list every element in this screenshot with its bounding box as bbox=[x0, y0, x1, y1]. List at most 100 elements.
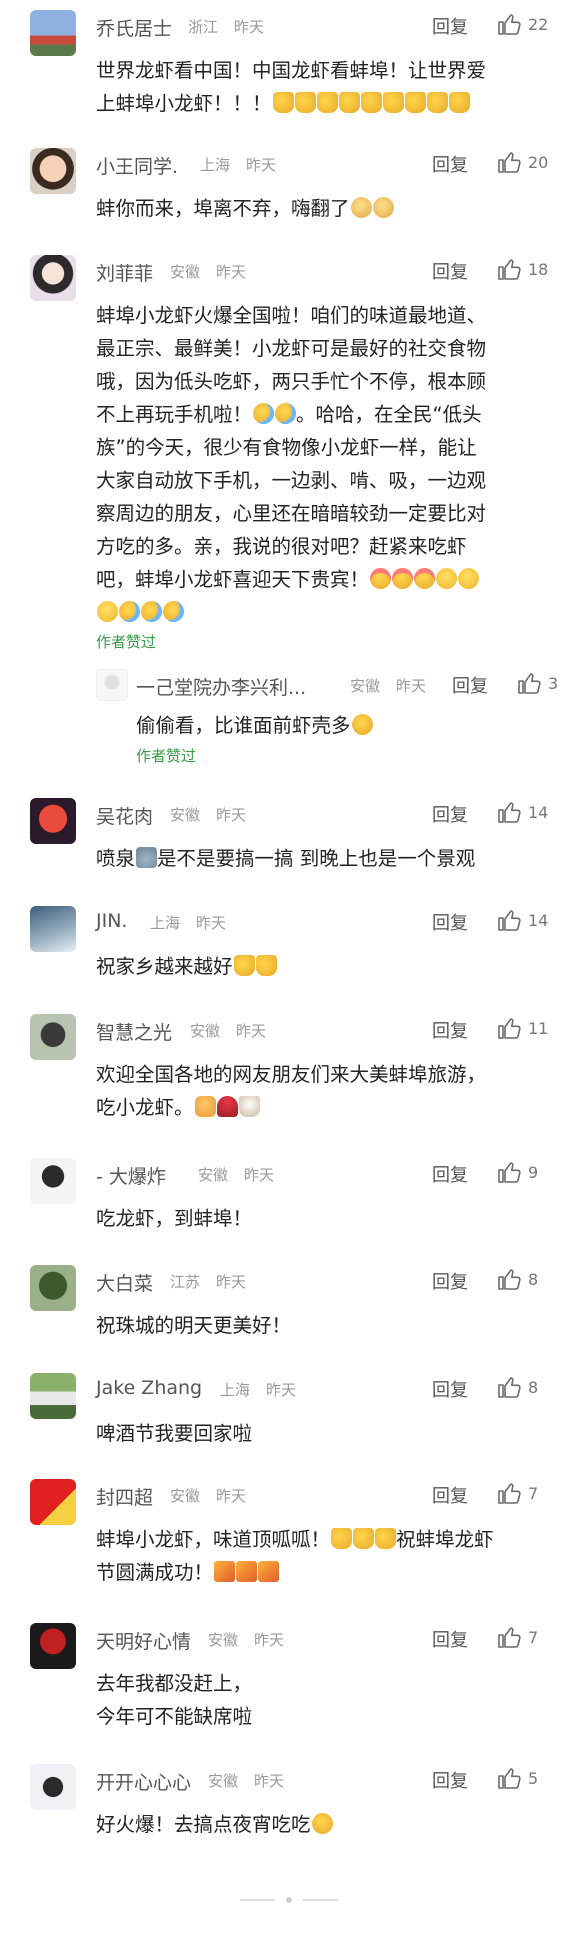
comment-line-text: 祝家乡越来越好 bbox=[96, 955, 233, 978]
reply-button[interactable]: 回复 bbox=[432, 1482, 468, 1508]
timestamp: 昨天 bbox=[236, 1022, 267, 1040]
avatar[interactable] bbox=[30, 798, 76, 844]
like-count: 5 bbox=[528, 1769, 539, 1788]
comment-line: 察周边的朋友，心里还在暗暗较劲一定要比对 bbox=[96, 497, 546, 530]
avatar[interactable] bbox=[30, 1373, 76, 1419]
location: 安徽 bbox=[170, 806, 201, 824]
like-count: 8 bbox=[528, 1270, 539, 1289]
comment-line-text: 吧，蚌埠小龙虾喜迎天下贵宾！ bbox=[96, 568, 370, 591]
like-icon[interactable] bbox=[496, 150, 522, 174]
reply-button[interactable]: 回复 bbox=[432, 1376, 468, 1402]
avatar[interactable] bbox=[30, 1158, 76, 1204]
reply-button[interactable]: 回复 bbox=[432, 151, 468, 177]
timestamp: 昨天 bbox=[246, 156, 277, 174]
avatar[interactable] bbox=[30, 906, 76, 952]
comment-line-text: 最正宗、最鲜美！小龙虾可是最好的社交食物 bbox=[96, 337, 487, 360]
reply-avatar[interactable] bbox=[96, 669, 128, 701]
like-count: 7 bbox=[528, 1484, 539, 1503]
reply-line-text: 偷偷看，比谁面前虾壳多 bbox=[136, 714, 351, 737]
like-icon[interactable] bbox=[496, 1375, 522, 1399]
laugh-cry-emoji bbox=[163, 601, 184, 622]
username: 天明好心情 bbox=[96, 1631, 192, 1653]
like-icon[interactable] bbox=[496, 800, 522, 824]
cat-face-emoji bbox=[372, 197, 394, 218]
timestamp: 昨天 bbox=[196, 914, 227, 932]
thumbs-up-emoji bbox=[294, 92, 316, 113]
comment-line: 蚌埠小龙虾，味道顶呱呱！ 祝蚌埠龙虾 bbox=[96, 1523, 546, 1556]
cat-face-emoji bbox=[350, 197, 372, 218]
reply-button[interactable]: 回复 bbox=[432, 1626, 468, 1652]
comment-line: 哦，因为低头吃虾，两只手忙个不停，根本顾 bbox=[96, 365, 546, 398]
thumbs-up-emoji bbox=[404, 92, 426, 113]
reply-button[interactable]: 回复 bbox=[432, 909, 468, 935]
laugh-cry-emoji bbox=[119, 601, 140, 622]
reply-timestamp: 昨天 bbox=[396, 677, 427, 695]
location: 安徽 bbox=[198, 1166, 229, 1184]
reply-button[interactable]: 回复 bbox=[432, 1017, 468, 1043]
reply-button[interactable]: 回复 bbox=[432, 801, 468, 827]
avatar[interactable] bbox=[30, 1764, 76, 1810]
reply-button[interactable]: 回复 bbox=[432, 1767, 468, 1793]
thumbs-up-emoji bbox=[255, 955, 277, 976]
avatar[interactable] bbox=[30, 10, 76, 56]
like-count: 7 bbox=[528, 1628, 539, 1647]
comment-line-text: 蚌埠小龙虾火爆全国啦！咱们的味道最地道、 bbox=[96, 304, 487, 327]
party-face-emoji bbox=[370, 568, 392, 589]
comment-line: 祝家乡越来越好 bbox=[96, 950, 546, 983]
avatar[interactable] bbox=[30, 255, 76, 301]
reply-like-icon[interactable] bbox=[516, 671, 542, 695]
reply-author-liked-badge: 作者赞过 bbox=[136, 747, 197, 765]
like-icon[interactable] bbox=[496, 1481, 522, 1505]
reply-button[interactable]: 回复 bbox=[432, 1161, 468, 1187]
username: 大白菜 bbox=[96, 1273, 154, 1295]
comment-text: 去年我都没赶上， 今年可不能缺席啦 bbox=[96, 1667, 546, 1733]
timestamp: 昨天 bbox=[216, 806, 247, 824]
like-count: 14 bbox=[528, 911, 549, 930]
author-liked-badge: 作者赞过 bbox=[96, 633, 157, 651]
like-count: 9 bbox=[528, 1163, 539, 1182]
comment-line: 蚌你而来，埠离不弃，嗨翻了 bbox=[96, 192, 546, 225]
timestamp: 昨天 bbox=[216, 1487, 247, 1505]
comment-line-text: 是不是要搞一搞 到晚上也是一个景观 bbox=[157, 847, 476, 870]
reply-reply-button[interactable]: 回复 bbox=[452, 672, 488, 698]
avatar[interactable] bbox=[30, 1014, 76, 1060]
comment-line: 好火爆！去搞点夜宵吃吃 bbox=[96, 1808, 546, 1841]
username: JIN. bbox=[96, 910, 128, 932]
like-icon[interactable] bbox=[496, 1766, 522, 1790]
reply-button[interactable]: 回复 bbox=[432, 258, 468, 284]
username: 乔氏居士 bbox=[96, 18, 173, 40]
party-popper-emoji bbox=[236, 1561, 258, 1582]
avatar[interactable] bbox=[30, 1623, 76, 1669]
thumbs-up-emoji bbox=[448, 92, 470, 113]
location: 浙江 bbox=[188, 18, 219, 36]
comment-line-text: 哦，因为低头吃虾，两只手忙个不停，根本顾 bbox=[96, 370, 487, 393]
comment-line: 祝珠城的明天更美好！ bbox=[96, 1309, 546, 1342]
comment-line: 不上再玩手机啦！ 。哈哈，在全民“低头 bbox=[96, 398, 546, 431]
avatar[interactable] bbox=[30, 1265, 76, 1311]
comment-text: 好火爆！去搞点夜宵吃吃 bbox=[96, 1808, 546, 1841]
avatar[interactable] bbox=[30, 148, 76, 194]
like-icon[interactable] bbox=[496, 1625, 522, 1649]
like-icon[interactable] bbox=[496, 257, 522, 281]
like-icon[interactable] bbox=[496, 12, 522, 36]
like-icon[interactable] bbox=[496, 908, 522, 932]
like-icon[interactable] bbox=[496, 1016, 522, 1040]
like-count: 8 bbox=[528, 1378, 539, 1397]
like-icon[interactable] bbox=[496, 1267, 522, 1291]
reply-button[interactable]: 回复 bbox=[432, 13, 468, 39]
laugh-cry-emoji bbox=[141, 601, 162, 622]
comment-line-text: 祝蚌埠龙虾 bbox=[396, 1528, 494, 1551]
comment-line-text: 世界龙虾看中国！中国龙虾看蚌埠！让世界爱 bbox=[96, 59, 487, 82]
reply-location: 安徽 bbox=[350, 677, 381, 695]
comment-line-text: 欢迎全国各地的网友朋友们来大美蚌埠旅游， bbox=[96, 1063, 487, 1086]
comment-text: 吃龙虾，到蚌埠！ bbox=[96, 1202, 546, 1235]
reply-button[interactable]: 回复 bbox=[432, 1268, 468, 1294]
avatar[interactable] bbox=[30, 1479, 76, 1525]
laugh-cry-emoji bbox=[253, 403, 275, 424]
comment-line-text: 好火爆！去搞点夜宵吃吃 bbox=[96, 1813, 311, 1836]
comment-line: 上蚌埠小龙虾！！！ bbox=[96, 87, 546, 120]
rose-emoji bbox=[216, 1096, 238, 1117]
like-icon[interactable] bbox=[496, 1160, 522, 1184]
comment-line-text: 节圆满成功！ bbox=[96, 1561, 214, 1584]
comment-line-text: 上蚌埠小龙虾！！！ bbox=[96, 92, 272, 115]
